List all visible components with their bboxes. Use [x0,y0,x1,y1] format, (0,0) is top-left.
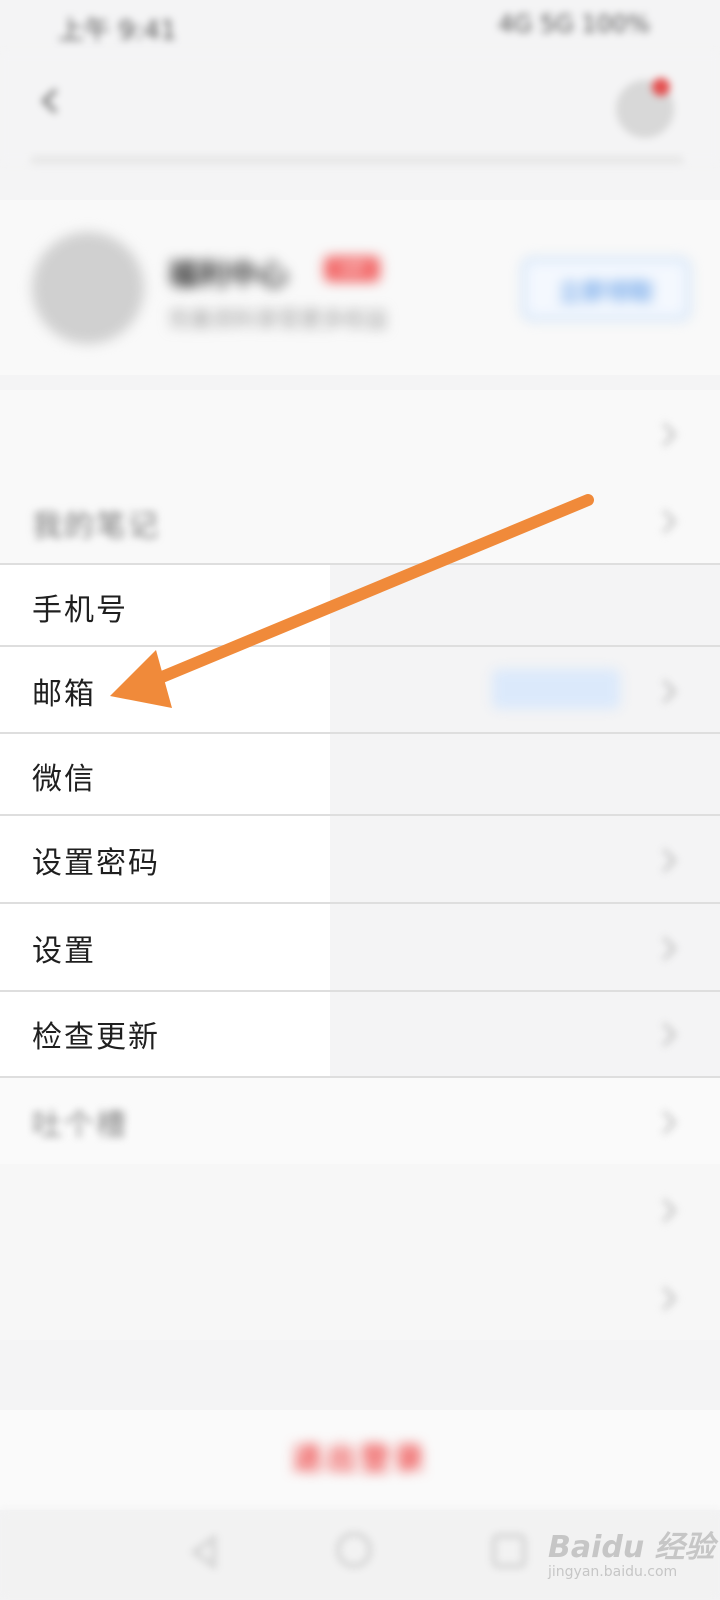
list-item-notes[interactable]: 我的笔记 [0,475,720,563]
list-item-label: 我的笔记 [32,509,160,544]
profile-card[interactable]: 福利中心 VIP 完善资料享受更多权益 立即领取 [0,200,720,375]
header-divider [30,156,684,164]
back-icon[interactable] [38,88,64,114]
list-item-feedback[interactable]: 吐个槽 [0,1078,720,1164]
list-item-label: 邮箱 [32,677,96,712]
list-item-label: 微信 [32,762,96,797]
list-item-check-update[interactable]: 检查更新 [0,992,720,1076]
list-item-email[interactable]: 邮箱 [0,647,720,732]
list-item-set-password[interactable]: 设置密码 [0,816,720,902]
profile-subtitle: 完善资料享受更多权益 [168,308,389,333]
list-item-9[interactable] [0,1164,720,1250]
logout-label: 退出登录 [292,1442,428,1477]
list-item-wechat[interactable]: 微信 [0,734,720,814]
list-item-label: 检查更新 [32,1020,160,1055]
list-item-0[interactable] [0,390,720,475]
chevron-right-icon [652,1022,677,1047]
chevron-right-icon [652,422,677,447]
chevron-right-icon [652,1198,677,1223]
nav-back-icon[interactable] [186,1534,222,1570]
logout-button[interactable]: 退出登录 [0,1410,720,1510]
vip-badge: VIP [324,256,380,282]
list-item-label: 手机号 [32,593,128,628]
chevron-right-icon [652,936,677,961]
baidu-watermark: Baidu 经验 jingyan.baidu.com [548,1516,718,1596]
status-bar: 上午 9:41 4G 5G 100% [0,0,720,52]
watermark-text: Baidu 经验 [548,1530,715,1565]
chevron-right-icon [652,848,677,873]
nav-home-icon[interactable] [336,1532,372,1568]
nav-recent-icon[interactable] [492,1534,526,1568]
list-item-label: 设置 [32,934,96,969]
avatar[interactable] [32,232,144,344]
profile-name: 福利中心 [168,258,288,293]
list-item-label: 吐个槽 [32,1108,128,1143]
profile-action-button[interactable]: 立即领取 [522,258,690,320]
list-item-settings[interactable]: 设置 [0,904,720,990]
chevron-right-icon [652,1286,677,1311]
chevron-right-icon [652,509,677,534]
status-time: 上午 9:41 [58,16,177,46]
top-header [0,52,720,164]
watermark-url: jingyan.baidu.com [548,1564,678,1580]
list-item-label: 设置密码 [32,846,160,881]
list-item-10[interactable] [0,1250,720,1340]
chevron-right-icon [652,1110,677,1135]
list-item-phone[interactable]: 手机号 [0,565,720,645]
status-icons: 4G 5G 100% [498,10,650,38]
list-item-value [492,669,620,709]
notification-dot [652,78,670,96]
chevron-right-icon [652,679,677,704]
